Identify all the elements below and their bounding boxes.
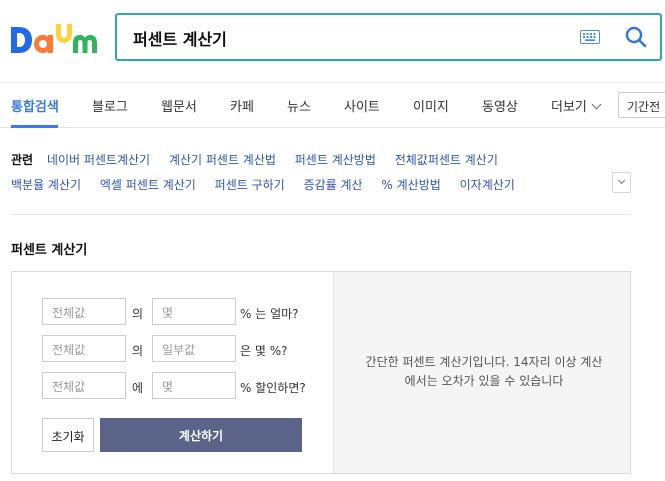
partial-value-input[interactable]: 일부값 xyxy=(152,335,236,362)
tab-cafe[interactable]: 카페 xyxy=(230,96,254,115)
divider xyxy=(11,214,631,215)
search-input[interactable] xyxy=(133,26,553,50)
question-text: % 할인하면? xyxy=(240,381,306,395)
search-icon[interactable] xyxy=(625,26,647,48)
calculator-info-text: 간단한 퍼센트 계산기입니다. 14자리 이상 계산에서는 오차가 있을 수 있… xyxy=(365,355,603,388)
total-value-input[interactable]: 전체값 xyxy=(42,298,126,325)
percent-input[interactable]: 몇 xyxy=(152,298,236,325)
related-link[interactable]: 엑셀 퍼센트 계산기 xyxy=(100,178,196,192)
related-link[interactable]: 네이버 퍼센트계산기 xyxy=(47,153,150,167)
search-box xyxy=(115,13,662,61)
active-tab-indicator xyxy=(11,125,58,128)
percent-calculator: 전체값 의 몇 % 는 얼마? 전체값 의 일부값 은 몇 %? 전체값 에 몇… xyxy=(11,271,631,474)
related-link[interactable]: 퍼센트 구하기 xyxy=(215,178,285,192)
related-label: 관련 xyxy=(11,153,34,167)
chevron-down-icon xyxy=(617,176,626,185)
tab-news[interactable]: 뉴스 xyxy=(287,96,311,115)
related-link[interactable]: 전체값퍼센트 계산기 xyxy=(395,153,498,167)
related-link[interactable]: 증감률 계산 xyxy=(304,178,363,192)
total-value-input[interactable]: 전체값 xyxy=(42,372,126,399)
tab-site[interactable]: 사이트 xyxy=(344,96,380,115)
reset-button[interactable]: 초기화 xyxy=(42,418,94,452)
related-row-1: 관련 네이버 퍼센트계산기 계산기 퍼센트 계산법 퍼센트 계산방법 전체값퍼센… xyxy=(11,151,513,168)
header xyxy=(0,0,665,82)
related-link[interactable]: 퍼센트 계산방법 xyxy=(295,153,376,167)
calculator-info-panel: 간단한 퍼센트 계산기입니다. 14자리 이상 계산에서는 오차가 있을 수 있… xyxy=(333,272,630,473)
tab-more[interactable]: 더보기 xyxy=(551,96,602,115)
calculator-form: 전체값 의 몇 % 는 얼마? 전체값 의 일부값 은 몇 %? 전체값 에 몇… xyxy=(12,272,333,473)
tab-web-docs[interactable]: 웹문서 xyxy=(161,96,197,115)
search-tabs: 통합검색 블로그 웹문서 카페 뉴스 사이트 이미지 동영상 더보기 기간전 xyxy=(0,82,665,128)
keyboard-icon[interactable] xyxy=(580,30,600,44)
tab-blog[interactable]: 블로그 xyxy=(92,96,128,115)
related-link[interactable]: % 계산방법 xyxy=(381,178,440,192)
tab-images[interactable]: 이미지 xyxy=(413,96,449,115)
tab-video[interactable]: 동영상 xyxy=(482,96,518,115)
calculator-title: 퍼센트 계산기 xyxy=(11,243,88,258)
related-link[interactable]: 백분율 계산기 xyxy=(11,178,81,192)
question-text: % 는 얼마? xyxy=(240,307,299,321)
related-row-2: 백분율 계산기 엑셀 퍼센트 계산기 퍼센트 구하기 증감률 계산 % 계산방법… xyxy=(11,176,530,193)
related-link[interactable]: 이자계산기 xyxy=(460,178,515,192)
calculate-button[interactable]: 계산하기 xyxy=(100,418,302,452)
related-expand-button[interactable] xyxy=(612,172,631,193)
period-filter-button[interactable]: 기간전 xyxy=(618,92,665,118)
daum-logo[interactable] xyxy=(11,22,97,54)
tab-integrated[interactable]: 통합검색 xyxy=(11,96,59,115)
question-text: 은 몇 %? xyxy=(240,344,288,358)
connector-text: 에 xyxy=(132,381,144,395)
tab-more-label: 더보기 xyxy=(551,100,587,115)
connector-text: 의 xyxy=(132,307,144,321)
connector-text: 의 xyxy=(132,344,144,358)
total-value-input[interactable]: 전체값 xyxy=(42,335,126,362)
discount-percent-input[interactable]: 몇 xyxy=(152,372,236,399)
related-link[interactable]: 계산기 퍼센트 계산법 xyxy=(169,153,276,167)
chevron-down-icon xyxy=(591,99,602,110)
